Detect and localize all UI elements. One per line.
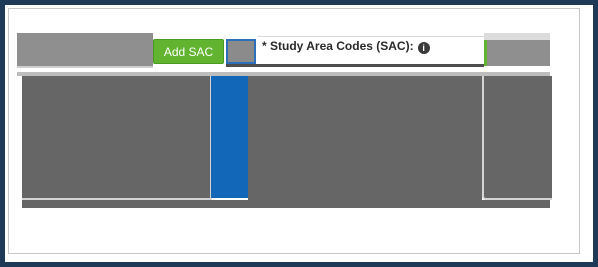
field-underline: [226, 64, 484, 67]
list-panel-bottom: [22, 200, 550, 208]
sac-field-label: * Study Area Codes (SAC):: [262, 39, 414, 53]
toolbar-separator-region: [226, 39, 256, 64]
sac-field-header: * Study Area Codes (SAC): i: [258, 36, 484, 65]
toolbar-right-region: [484, 40, 550, 66]
selected-column[interactable]: [211, 76, 248, 198]
info-icon[interactable]: i: [417, 42, 430, 54]
list-panel-left[interactable]: [22, 76, 212, 200]
add-sac-button[interactable]: Add SAC: [153, 39, 224, 64]
list-panel-middle[interactable]: [248, 76, 482, 208]
list-panel-right[interactable]: [482, 76, 552, 200]
sac-field-label-wrapper: * Study Area Codes (SAC): i: [262, 39, 430, 54]
toolbar-left-region: [17, 33, 153, 68]
toolbar-right-top-region: [484, 33, 550, 40]
